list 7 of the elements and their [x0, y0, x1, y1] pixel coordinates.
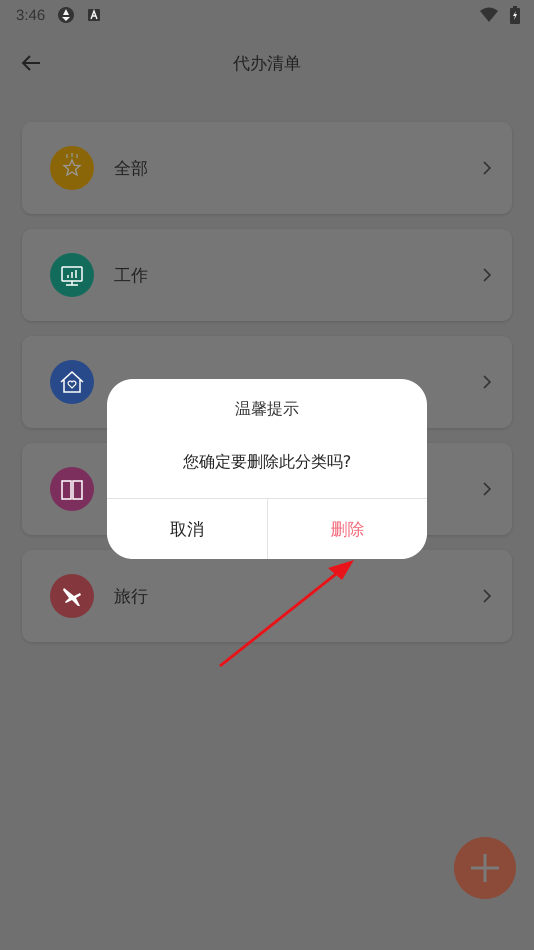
category-label: 旅行: [114, 586, 148, 608]
category-label: 全部: [114, 158, 148, 180]
page-title: 代办清单: [233, 52, 301, 74]
status-time: 3:46: [16, 6, 46, 24]
dialog-title: 温馨提示: [235, 399, 299, 420]
category-label: 工作: [114, 264, 148, 286]
dialog-message: 您确定要删除此分类吗?: [182, 452, 352, 473]
